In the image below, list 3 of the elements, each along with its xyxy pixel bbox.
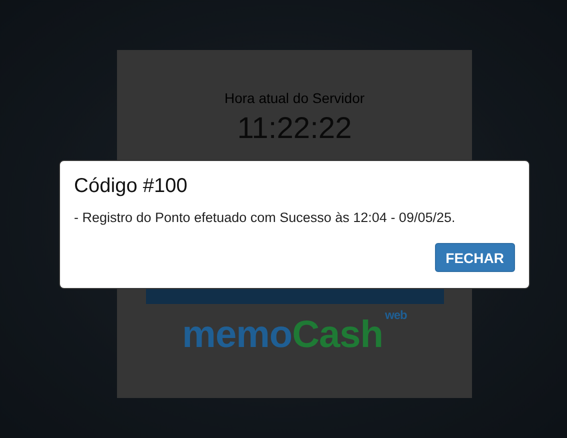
dialog-message: - Registro do Ponto efetuado com Sucesso às 12:04 - 09/05/25. (74, 210, 456, 225)
close-button[interactable]: FECHAR (434, 243, 515, 272)
dialog-title: Código #100 (74, 175, 188, 198)
